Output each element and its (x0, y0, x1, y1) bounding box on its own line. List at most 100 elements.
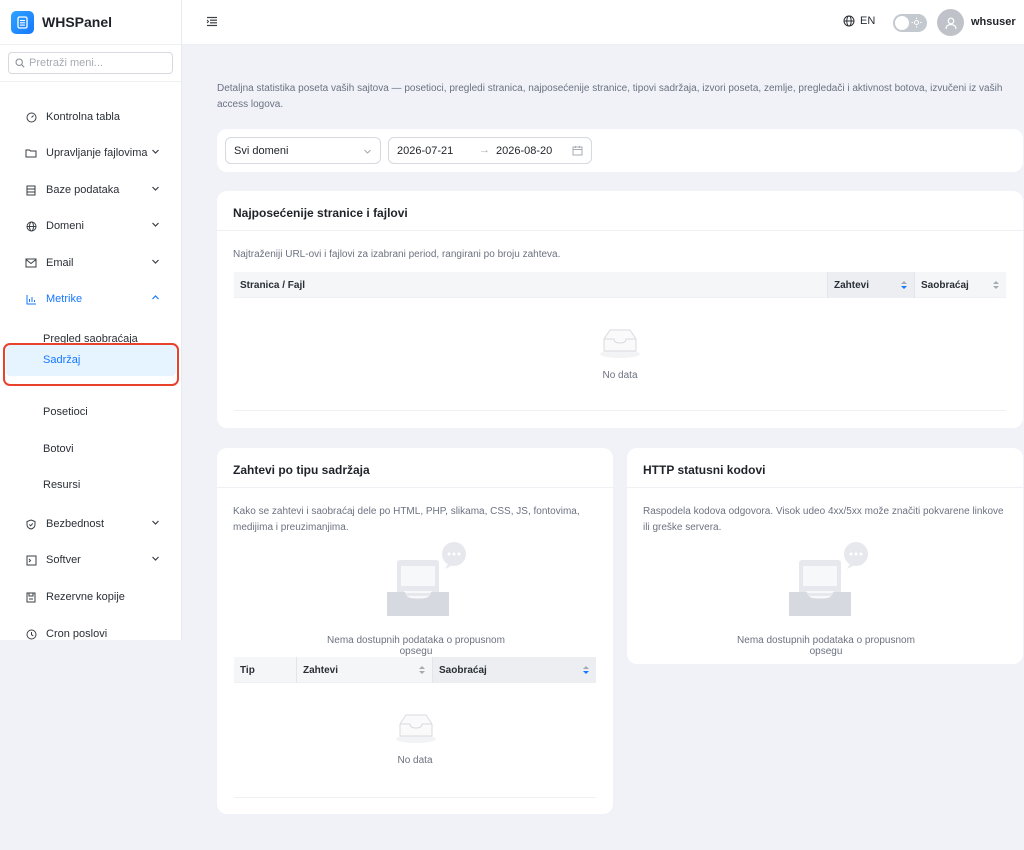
date-range-picker[interactable]: 2026-07-21 → 2026-08-20 (388, 137, 592, 164)
sidebar-subitem-visitors[interactable]: Posetioci (0, 396, 181, 428)
sidebar-subitem-label: Posetioci (43, 406, 88, 418)
menu-search-input[interactable] (29, 57, 169, 69)
sidebar-item-domains[interactable]: Domeni (0, 210, 181, 242)
sidebar-subitem-resources[interactable]: Resursi (0, 469, 181, 501)
empty-inbox-illustration (387, 542, 466, 616)
sidebar: WHSPanel Kontrolna tabla Upravljanje faj… (0, 0, 182, 640)
sort-icon (583, 666, 589, 674)
dashboard-icon (25, 111, 37, 123)
top-pages-card: Najposećenije stranice i fajlovi Najtraž… (217, 191, 1023, 428)
backup-icon (25, 591, 37, 603)
domain-select-value: Svi domeni (234, 144, 289, 157)
sidebar-item-label: Bezbednost (46, 518, 105, 530)
empty-text: No data (602, 370, 638, 381)
sun-icon (911, 17, 922, 28)
date-to[interactable]: 2026-08-20 (496, 145, 552, 157)
empty-text: No data (397, 755, 433, 766)
sort-icon (901, 281, 907, 289)
chevron-down-icon (364, 149, 371, 154)
top-header: EN whsuser (182, 0, 1024, 45)
sidebar-item-label: Cron poslovi (46, 628, 108, 640)
sidebar-item-label: Domeni (46, 220, 84, 232)
theme-toggle[interactable] (893, 14, 927, 32)
server-logo-icon (11, 10, 34, 34)
sidebar-item-dashboard[interactable]: Kontrolna tabla (0, 101, 181, 133)
shield-icon (25, 518, 37, 530)
user-icon (944, 17, 957, 29)
range-arrow: → (479, 144, 490, 156)
sort-icon (419, 666, 425, 674)
language-switcher[interactable]: EN (843, 15, 875, 27)
chevron-down-icon (152, 520, 159, 525)
table-header: Tip Zahtevi Saobraćaj (234, 657, 596, 683)
app-name: WHSPanel (42, 14, 113, 30)
content-types-card: Zahtevi po tipu sadržaja Kako se zahtevi… (217, 448, 613, 814)
logo[interactable]: WHSPanel (0, 0, 181, 45)
software-icon (25, 554, 37, 566)
empty-box-icon (600, 329, 640, 358)
sidebar-item-label: Metrike (46, 293, 83, 305)
sidebar-subitem-bots[interactable]: Botovi (0, 433, 181, 465)
username[interactable]: whsuser (971, 16, 1016, 28)
empty-chart-text: Nema dostupnih podataka o propusnom opse… (327, 635, 505, 657)
chevron-up-icon (152, 295, 159, 300)
column-header-label: Zahtevi (834, 279, 870, 291)
calendar-icon (572, 146, 583, 156)
chevron-down-icon (152, 149, 159, 154)
domain-select[interactable]: Svi domeni (225, 137, 381, 164)
date-from[interactable]: 2026-07-21 (397, 145, 453, 157)
chevron-down-icon (152, 556, 159, 561)
sortable-column-header[interactable]: Saobraćaj (432, 657, 596, 683)
sortable-column-header[interactable]: Zahtevi (296, 657, 432, 683)
table-header: Stranica / Fajl Zahtevi Saobraćaj (234, 272, 1006, 298)
card-title: Najposećenije stranice i fajlovi (233, 206, 408, 220)
chevron-down-icon (152, 259, 159, 264)
globe-icon (25, 220, 37, 232)
globe-icon (843, 15, 855, 27)
database-icon (25, 184, 37, 196)
column-header-label: Zahtevi (303, 664, 339, 676)
column-header: Tip (240, 664, 255, 676)
sortable-column-header[interactable]: Zahtevi (827, 272, 914, 298)
sidebar-subitem-label: Botovi (43, 443, 74, 455)
sidebar-item-label: Softver (46, 554, 81, 566)
http-status-card: HTTP statusni kodovi Raspodela kodova od… (627, 448, 1023, 664)
card-description: Kako se zahtevi i saobraćaj dele po HTML… (233, 506, 580, 533)
filter-bar: Svi domeni 2026-07-21 → 2026-08-20 (217, 129, 1023, 172)
sidebar-item-databases[interactable]: Baze podataka (0, 174, 181, 206)
sidebar-subitem-label: Resursi (43, 479, 81, 491)
selection-highlight (3, 343, 179, 386)
card-title: Zahtevi po tipu sadržaja (233, 463, 370, 477)
sidebar-item-backups[interactable]: Rezervne kopije (0, 581, 181, 613)
sort-icon (993, 281, 999, 289)
avatar[interactable] (937, 9, 964, 36)
sidebar-item-metrics[interactable]: Metrike (0, 283, 181, 315)
chart-icon (25, 293, 37, 305)
sidebar-item-email[interactable]: Email (0, 247, 181, 279)
sidebar-item-label: Kontrolna tabla (46, 111, 120, 123)
menu-collapse-icon[interactable] (206, 16, 218, 27)
chevron-down-icon (152, 186, 159, 191)
menu-search[interactable] (8, 52, 173, 74)
card-description: Raspodela kodova odgovora. Visok udeo 4x… (643, 506, 1004, 533)
page-description: Detaljna statistika poseta vaših sajtova… (217, 83, 1003, 110)
card-title: HTTP statusni kodovi (643, 463, 766, 477)
sidebar-item-software[interactable]: Softver (0, 544, 181, 576)
column-header: Stranica / Fajl (240, 279, 306, 291)
sidebar-item-label: Upravljanje fajlovima (46, 147, 148, 159)
column-header-label: Saobraćaj (439, 664, 487, 676)
sidebar-item-cron[interactable]: Cron poslovi (0, 618, 181, 650)
clock-icon (25, 628, 37, 640)
column-header-label: Saobraćaj (921, 279, 969, 291)
empty-chart-text: Nema dostupnih podataka o propusnom opse… (737, 635, 915, 657)
empty-box-icon (396, 714, 436, 743)
empty-inbox-illustration (789, 542, 868, 616)
card-description: Najtraženiji URL-ovi i fajlovi za izabra… (233, 249, 561, 260)
sidebar-item-label: Baze podataka (46, 184, 120, 196)
sidebar-item-files[interactable]: Upravljanje fajlovima (0, 137, 181, 169)
sortable-column-header[interactable]: Saobraćaj (914, 272, 1006, 298)
chevron-down-icon (152, 222, 159, 227)
mail-icon (25, 257, 37, 269)
sidebar-item-security[interactable]: Bezbednost (0, 508, 181, 540)
language-label: EN (860, 15, 876, 27)
